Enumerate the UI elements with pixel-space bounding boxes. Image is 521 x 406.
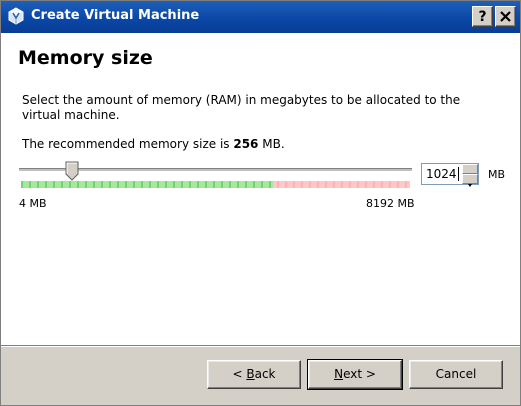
slider-min-label: 4 MB (19, 197, 47, 210)
help-button[interactable]: ? (472, 6, 493, 27)
memory-unit-label: MB (488, 168, 506, 181)
cancel-button[interactable]: Cancel (409, 360, 503, 389)
next-rest: ext > (343, 367, 376, 381)
recommend-prefix: The recommended memory size is (22, 137, 234, 151)
footer-divider (1, 345, 520, 347)
memory-spinbox[interactable]: 1024 (421, 163, 479, 187)
close-icon (500, 11, 511, 22)
back-prefix: < (232, 367, 247, 381)
back-rest: ack (254, 367, 276, 381)
memory-spinbox-value[interactable]: 1024 (426, 167, 457, 181)
wizard-page: Memory size Select the amount of memory … (1, 33, 520, 345)
virtualbox-app-icon (7, 7, 25, 25)
recommended-memory-value: 256 (233, 137, 259, 151)
next-button[interactable]: Next > (307, 359, 403, 390)
page-description: Select the amount of memory (RAM) in meg… (22, 93, 461, 122)
create-vm-dialog: Create Virtual Machine ? Memory size Sel… (0, 0, 521, 406)
text-caret (458, 167, 459, 181)
close-button[interactable] (495, 6, 516, 27)
window-title: Create Virtual Machine (31, 8, 200, 23)
back-mnemonic: B (246, 367, 255, 381)
recommend-suffix: MB. (258, 137, 285, 151)
spin-up-button[interactable] (462, 164, 478, 178)
memory-slider-handle[interactable] (65, 161, 79, 181)
safe-range-band (21, 181, 273, 188)
title-bar[interactable]: Create Virtual Machine ? (1, 1, 520, 33)
next-mnemonic: N (334, 367, 344, 381)
slider-max-label: 8192 MB (366, 197, 415, 210)
spin-down-button[interactable] (462, 174, 478, 187)
back-button[interactable]: < Back (207, 360, 301, 389)
arrow-down-icon (468, 184, 472, 187)
memory-slider-scale (21, 181, 410, 188)
page-title: Memory size (18, 47, 153, 69)
recommended-memory-text: The recommended memory size is 256 MB. (22, 137, 285, 151)
